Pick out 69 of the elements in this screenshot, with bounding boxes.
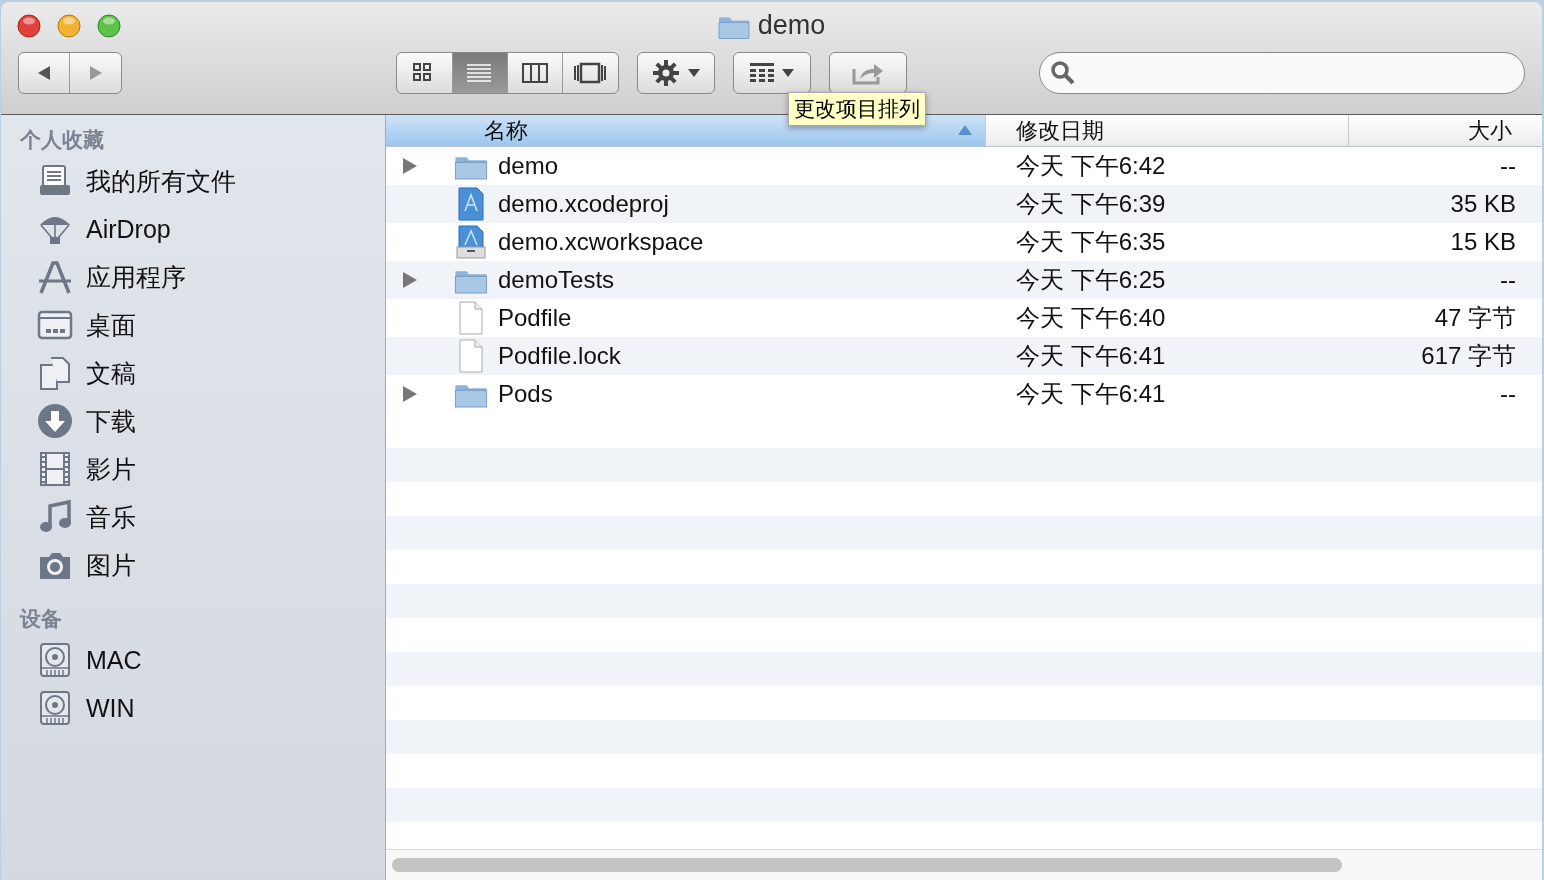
film-icon: [37, 451, 73, 487]
blueprint-document-icon: [454, 225, 488, 259]
column-header[interactable]: 大小: [1348, 115, 1542, 146]
file-size: 35 KB: [1450, 190, 1516, 217]
modified-date: 今天 下午6:42: [1016, 152, 1166, 179]
file-name[interactable]: demo.xcworkspace: [498, 228, 704, 256]
sort-arrow-icon: [957, 123, 973, 137]
pencil-ruler-icon: [37, 259, 73, 295]
sidebar-item[interactable]: 我的所有文件: [86, 164, 236, 198]
search-icon: [1050, 60, 1076, 86]
file-name[interactable]: Podfile.lock: [498, 342, 621, 370]
grid-icon: [750, 63, 774, 83]
column-header[interactable]: 修改日期: [986, 115, 1348, 146]
file-size: 47 字节: [1434, 304, 1516, 331]
sidebar-item[interactable]: 下载: [86, 404, 136, 438]
window-control-icon[interactable]: [97, 14, 121, 38]
music-note-icon: [37, 499, 73, 535]
view-mode-control[interactable]: [396, 52, 619, 94]
window-control-icon[interactable]: [57, 14, 81, 38]
sidebar-item[interactable]: 应用程序: [86, 260, 186, 294]
file-size: --: [1500, 380, 1516, 407]
sidebar-heading: 个人收藏: [19, 127, 105, 153]
sidebar-item[interactable]: 桌面: [86, 308, 136, 342]
caret-icon: [782, 69, 794, 77]
modified-date: 今天 下午6:40: [1016, 304, 1166, 331]
sidebar-item[interactable]: 文稿: [86, 356, 136, 390]
file-size: --: [1500, 266, 1516, 293]
window-title: demo: [757, 10, 826, 41]
horizontal-scrollbar[interactable]: [386, 849, 1542, 880]
arrange-button[interactable]: [733, 52, 811, 94]
hard-drive-icon: [37, 642, 73, 678]
file-size: --: [1500, 152, 1516, 179]
list-icon: [467, 62, 494, 84]
disclosure-triangle-icon[interactable]: [402, 271, 418, 289]
sidebar-heading: 设备: [18, 606, 63, 632]
sidebar-item[interactable]: AirDrop: [86, 214, 171, 244]
file-name[interactable]: demo: [498, 152, 559, 180]
caret-icon: [688, 69, 700, 77]
cover-flow-icon: [574, 62, 607, 84]
file-name[interactable]: Pods: [498, 380, 553, 408]
sidebar-item[interactable]: 影片: [86, 452, 136, 486]
file-size: 617 字节: [1421, 342, 1516, 369]
file-name[interactable]: Podfile: [498, 304, 572, 332]
modified-date: 今天 下午6:35: [1016, 228, 1166, 255]
window-control-icon[interactable]: [17, 14, 41, 38]
file-name[interactable]: demo.xcodeproj: [498, 190, 669, 218]
share-button[interactable]: [829, 52, 907, 94]
share-icon: [852, 61, 884, 85]
sidebar-item[interactable]: 图片: [86, 548, 136, 582]
sidebar-item[interactable]: WIN: [86, 693, 135, 723]
documents-icon: [37, 355, 73, 391]
columns-icon: [521, 62, 548, 84]
hard-drive-icon: [37, 690, 73, 726]
gear-icon: [652, 59, 680, 87]
navigation-control[interactable]: [18, 52, 122, 94]
file-size: 15 KB: [1450, 228, 1516, 255]
tooltip: 更改项目排列: [788, 92, 926, 126]
modified-date: 今天 下午6:39: [1016, 190, 1166, 217]
file-name[interactable]: demoTests: [498, 266, 615, 294]
disclosure-triangle-icon[interactable]: [402, 385, 418, 403]
search-field[interactable]: [1039, 52, 1525, 94]
sidebar-item[interactable]: 音乐: [86, 500, 136, 534]
disclosure-triangle-icon[interactable]: [402, 157, 418, 175]
modified-date: 今天 下午6:25: [1016, 266, 1166, 293]
modified-date: 今天 下午6:41: [1016, 380, 1166, 407]
modified-date: 今天 下午6:41: [1016, 342, 1166, 369]
sidebar-item[interactable]: MAC: [86, 645, 142, 675]
action-menu-button[interactable]: [637, 52, 715, 94]
download-icon: [37, 403, 73, 439]
